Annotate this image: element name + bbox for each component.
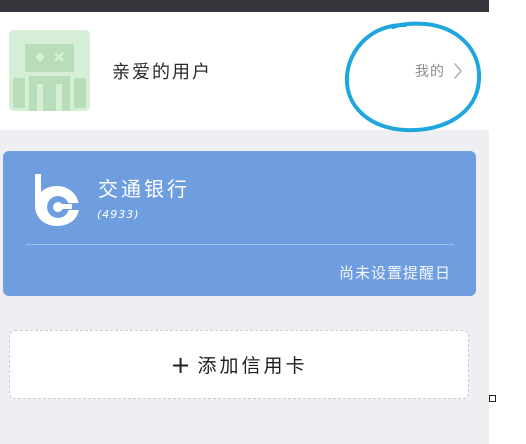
add-credit-card-button[interactable]: + 添加信用卡 — [9, 330, 469, 399]
username-label: 亲爱的用户 — [112, 62, 212, 83]
chevron-right-icon — [454, 63, 462, 79]
card-divider — [26, 244, 454, 245]
mine-label: 我的 — [415, 64, 445, 80]
resize-handle[interactable] — [489, 395, 496, 402]
bank-name: 交通银行 — [98, 177, 190, 201]
user-profile-row[interactable]: 亲爱的用户 我的 — [0, 12, 489, 130]
robot-avatar-icon — [9, 30, 90, 111]
plus-icon: + — [170, 350, 194, 379]
app-screen: 亲爱的用户 我的 交通银行 (4933) 尚未设置提醒日 + 添加信用卡 — [0, 0, 489, 444]
mine-link[interactable]: 我的 — [415, 61, 463, 81]
reminder-status: 尚未设置提醒日 — [338, 264, 451, 282]
card-tail-number: (4933) — [97, 208, 140, 221]
credit-card-item[interactable]: 交通银行 (4933) 尚未设置提醒日 — [3, 151, 476, 296]
bank-of-communications-logo — [35, 174, 81, 226]
status-bar — [0, 0, 489, 12]
add-credit-card-label: 添加信用卡 — [197, 355, 308, 377]
